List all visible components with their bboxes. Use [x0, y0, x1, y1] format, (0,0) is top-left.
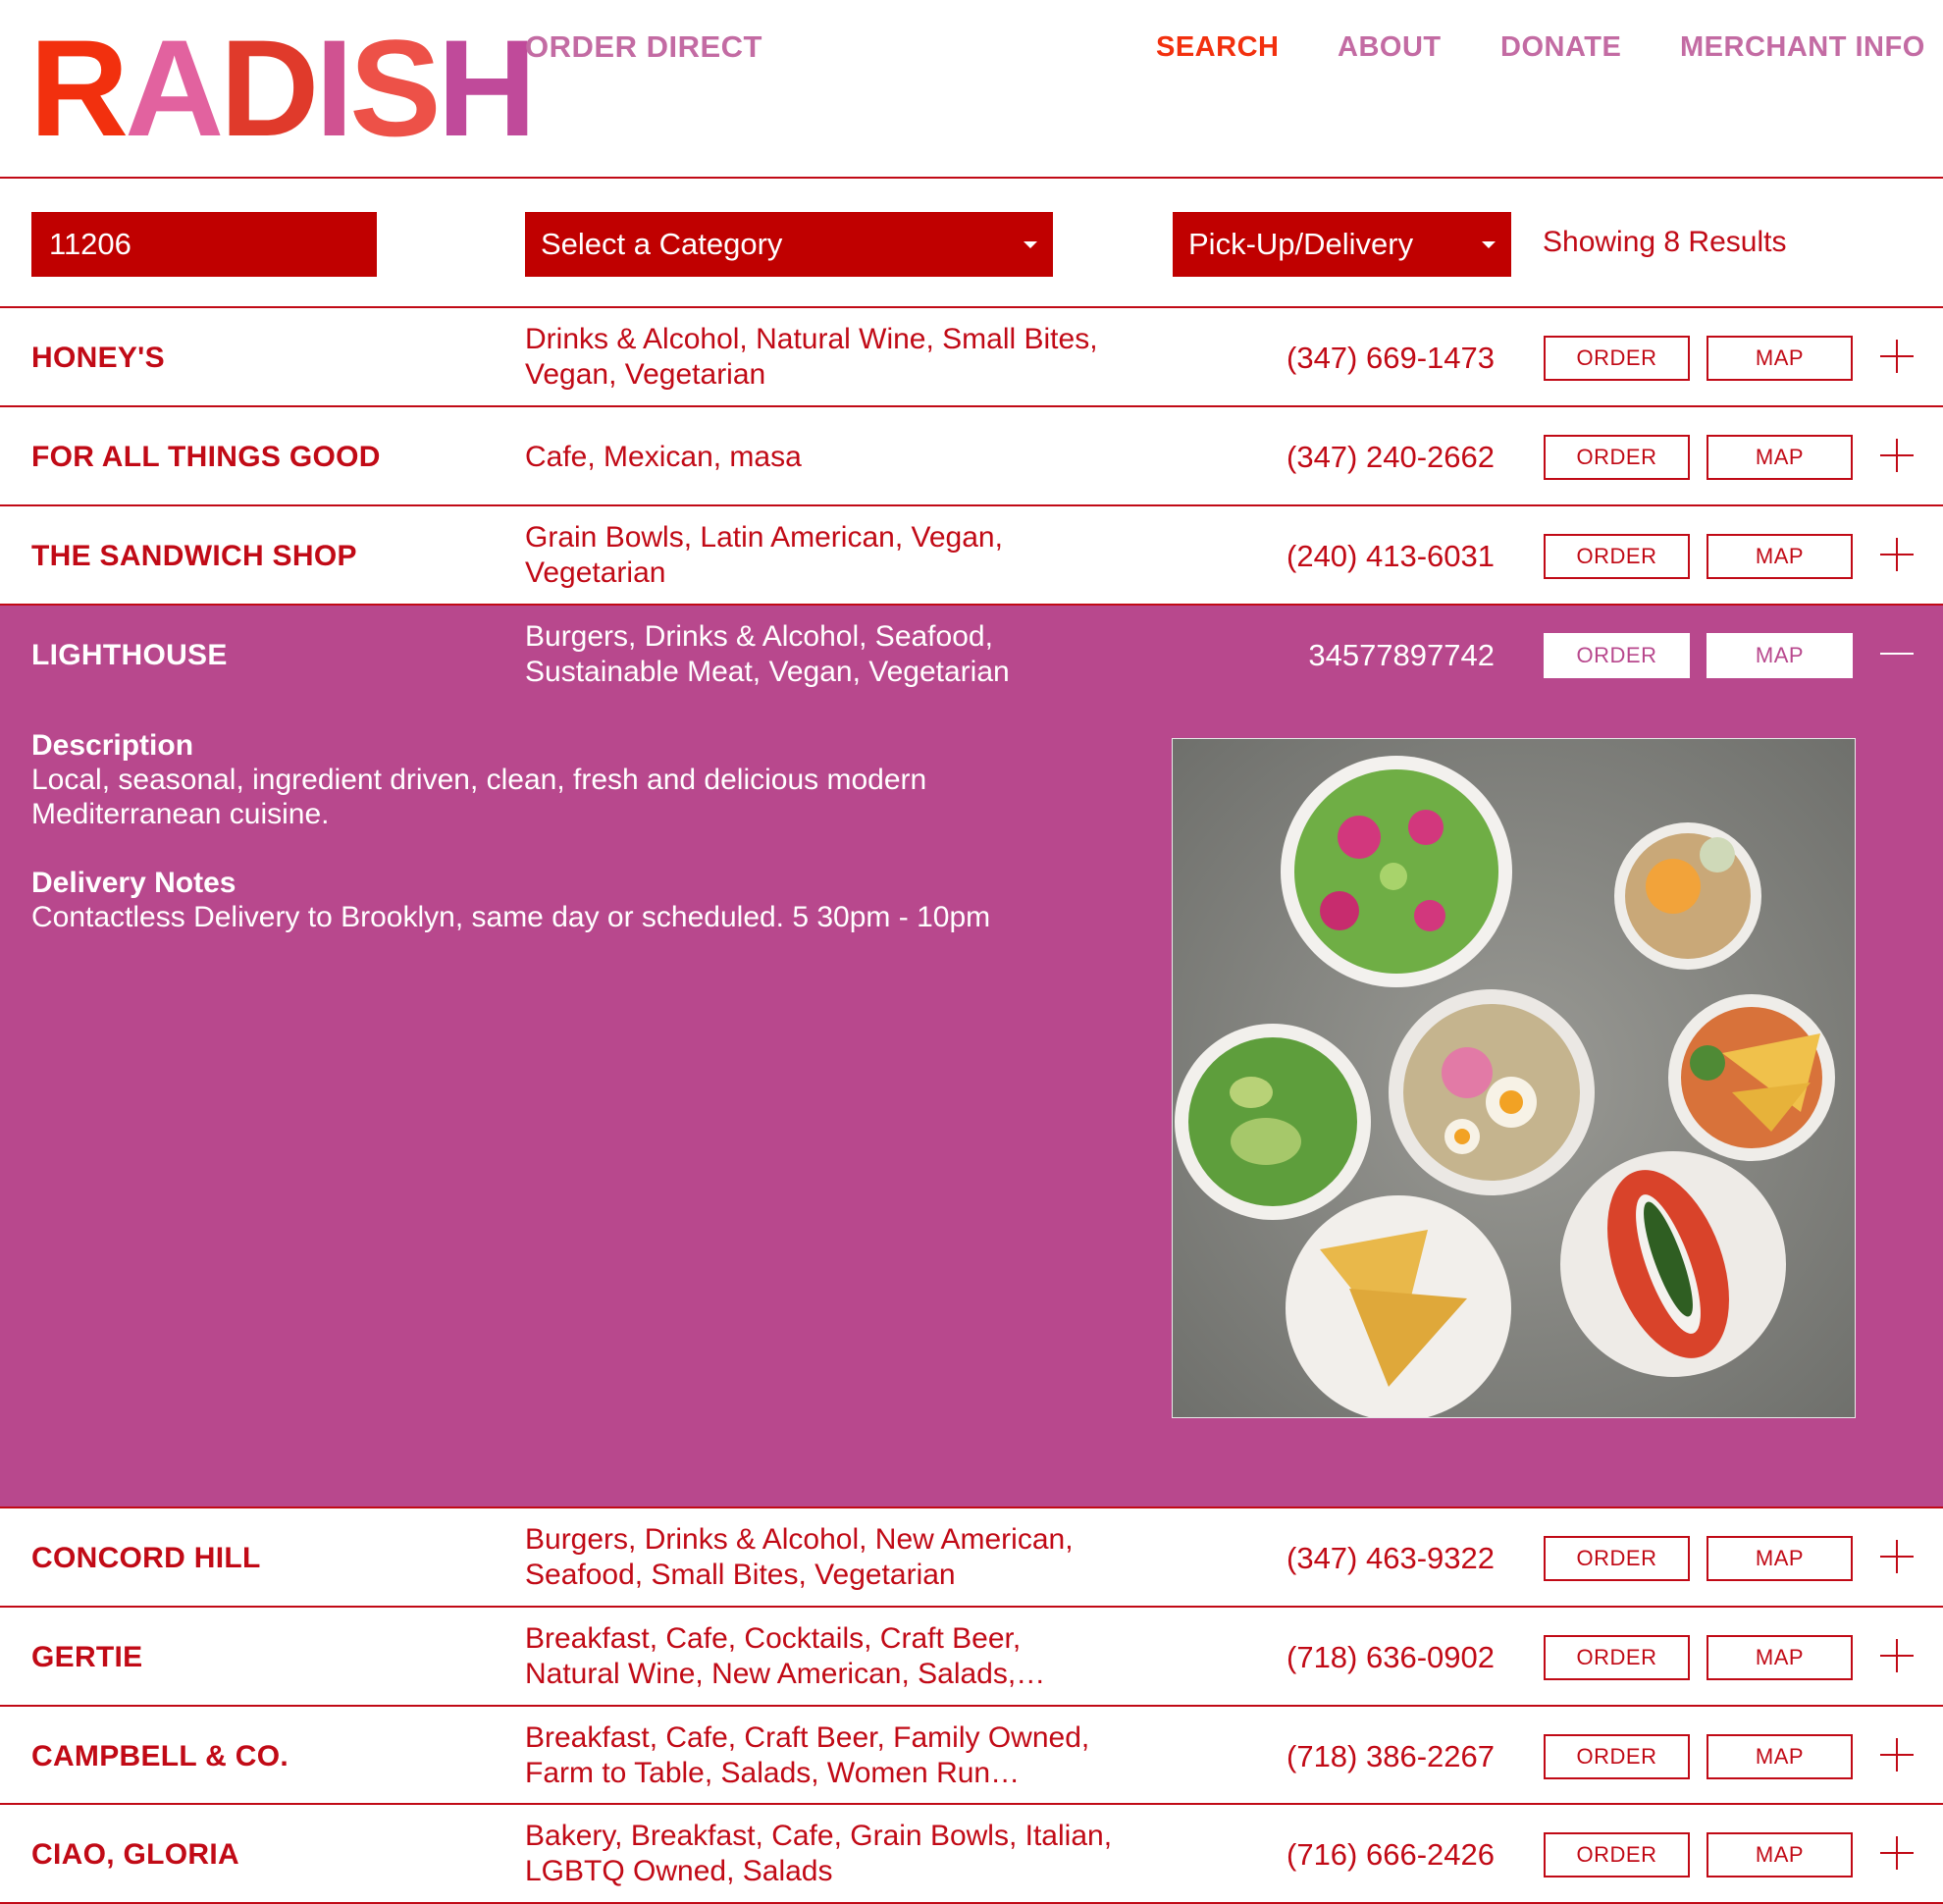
- restaurant-categories: Breakfast, Cafe, Cocktails, Craft Beer, …: [525, 1622, 1046, 1690]
- restaurant-photo: [1172, 738, 1856, 1418]
- order-button[interactable]: ORDER: [1544, 1536, 1690, 1581]
- food-bowls-image: [1173, 739, 1855, 1417]
- restaurant-name: HONEY'S: [31, 342, 165, 374]
- restaurant-name: CAMPBELL & CO.: [31, 1740, 289, 1772]
- restaurant-name: LIGHTHOUSE: [31, 639, 228, 671]
- delivery-notes-text: Contactless Delivery to Brooklyn, same d…: [31, 901, 991, 933]
- expand-plus-icon[interactable]: [1880, 1639, 1914, 1672]
- restaurant-phone: (718) 386-2267: [1287, 1739, 1495, 1773]
- order-button[interactable]: ORDER: [1544, 534, 1690, 579]
- logo-letter: S: [349, 11, 441, 165]
- restaurant-row: CAMPBELL & CO. Breakfast, Cafe, Craft Be…: [0, 1707, 1943, 1805]
- restaurant-name: GERTIE: [31, 1641, 143, 1673]
- expand-plus-icon[interactable]: [1880, 439, 1914, 472]
- expand-plus-icon[interactable]: [1880, 1738, 1914, 1772]
- restaurant-name: FOR ALL THINGS GOOD: [31, 441, 381, 473]
- tagline: ORDER DIRECT: [525, 29, 762, 64]
- restaurant-name: CIAO, GLORIA: [31, 1838, 239, 1871]
- restaurant-categories: Grain Bowls, Latin American, Vegan, Vege…: [525, 521, 1003, 589]
- delivery-notes-heading: Delivery Notes: [31, 867, 236, 899]
- restaurant-categories: Breakfast, Cafe, Craft Beer, Family Owne…: [525, 1721, 1090, 1789]
- map-button[interactable]: MAP: [1707, 1536, 1853, 1581]
- map-button[interactable]: MAP: [1707, 1635, 1853, 1680]
- chevron-down-icon: [1024, 240, 1037, 248]
- order-button[interactable]: ORDER: [1544, 1832, 1690, 1878]
- site-header: RADISH ORDER DIRECT SEARCH ABOUT DONATE …: [0, 0, 1943, 179]
- logo-letter: A: [125, 11, 224, 165]
- delivery-select-label: Pick-Up/Delivery: [1188, 227, 1414, 261]
- restaurant-phone: (347) 463-9322: [1287, 1541, 1495, 1575]
- expand-plus-icon[interactable]: [1880, 1836, 1914, 1870]
- filter-bar: Select a Category Pick-Up/Delivery Showi…: [0, 181, 1943, 308]
- restaurant-phone: 34577897742: [1308, 638, 1495, 672]
- restaurant-name: THE SANDWICH SHOP: [31, 540, 357, 572]
- restaurant-phone: (716) 666-2426: [1287, 1837, 1495, 1872]
- restaurant-categories: Bakery, Breakfast, Cafe, Grain Bowls, It…: [525, 1820, 1113, 1887]
- delivery-select[interactable]: Pick-Up/Delivery: [1173, 212, 1511, 277]
- description-text: Local, seasonal, ingredient driven, clea…: [31, 764, 927, 830]
- order-button[interactable]: ORDER: [1544, 633, 1690, 678]
- order-button[interactable]: ORDER: [1544, 1734, 1690, 1779]
- expand-plus-icon[interactable]: [1880, 1540, 1914, 1573]
- restaurant-categories: Cafe, Mexican, masa: [525, 441, 802, 473]
- nav-about[interactable]: ABOUT: [1338, 31, 1442, 64]
- restaurant-row: FOR ALL THINGS GOOD Cafe, Mexican, masa …: [0, 407, 1943, 506]
- restaurant-row: CIAO, GLORIA Bakery, Breakfast, Cafe, Gr…: [0, 1805, 1943, 1904]
- restaurant-name: CONCORD HILL: [31, 1542, 261, 1574]
- logo-letter: R: [29, 11, 129, 165]
- restaurant-row: THE SANDWICH SHOP Grain Bowls, Latin Ame…: [0, 506, 1943, 606]
- chevron-down-icon: [1482, 240, 1496, 248]
- zip-code-input[interactable]: [31, 212, 377, 277]
- logo-letter: D: [220, 11, 319, 165]
- nav-search[interactable]: SEARCH: [1156, 31, 1279, 64]
- order-button[interactable]: ORDER: [1544, 1635, 1690, 1680]
- expand-plus-icon[interactable]: [1880, 538, 1914, 571]
- nav-donate[interactable]: DONATE: [1500, 31, 1621, 64]
- results-count: Showing 8 Results: [1543, 226, 1787, 258]
- expand-plus-icon[interactable]: [1880, 340, 1914, 373]
- restaurant-row-expanded: LIGHTHOUSE Burgers, Drinks & Alcohol, Se…: [0, 606, 1943, 1508]
- order-button[interactable]: ORDER: [1544, 336, 1690, 381]
- restaurant-categories: Burgers, Drinks & Alcohol, Seafood, Sust…: [525, 620, 1010, 688]
- category-select-label: Select a Category: [541, 227, 783, 261]
- restaurant-row: HONEY'S Drinks & Alcohol, Natural Wine, …: [0, 308, 1943, 407]
- restaurant-phone: (240) 413-6031: [1287, 539, 1495, 573]
- restaurant-row: GERTIE Breakfast, Cafe, Cocktails, Craft…: [0, 1608, 1943, 1707]
- nav-merchant-info[interactable]: MERCHANT INFO: [1680, 31, 1925, 64]
- logo-letter: I: [315, 11, 353, 165]
- radish-logo[interactable]: RADISH: [29, 11, 537, 165]
- collapse-minus-icon[interactable]: [1880, 637, 1914, 670]
- restaurant-phone: (347) 240-2662: [1287, 440, 1495, 474]
- map-button[interactable]: MAP: [1707, 1832, 1853, 1878]
- category-select[interactable]: Select a Category: [525, 212, 1053, 277]
- restaurant-row: CONCORD HILL Burgers, Drinks & Alcohol, …: [0, 1508, 1943, 1608]
- restaurant-phone: (718) 636-0902: [1287, 1640, 1495, 1674]
- logo-letter: H: [437, 11, 537, 165]
- restaurant-details: Description Local, seasonal, ingredient …: [31, 728, 1013, 969]
- map-button[interactable]: MAP: [1707, 1734, 1853, 1779]
- map-button[interactable]: MAP: [1707, 534, 1853, 579]
- restaurant-categories: Drinks & Alcohol, Natural Wine, Small Bi…: [525, 323, 1098, 391]
- restaurant-phone: (347) 669-1473: [1287, 341, 1495, 375]
- map-button[interactable]: MAP: [1707, 336, 1853, 381]
- map-button[interactable]: MAP: [1707, 435, 1853, 480]
- description-heading: Description: [31, 729, 194, 762]
- map-button[interactable]: MAP: [1707, 633, 1853, 678]
- order-button[interactable]: ORDER: [1544, 435, 1690, 480]
- restaurant-categories: Burgers, Drinks & Alcohol, New American,…: [525, 1523, 1074, 1591]
